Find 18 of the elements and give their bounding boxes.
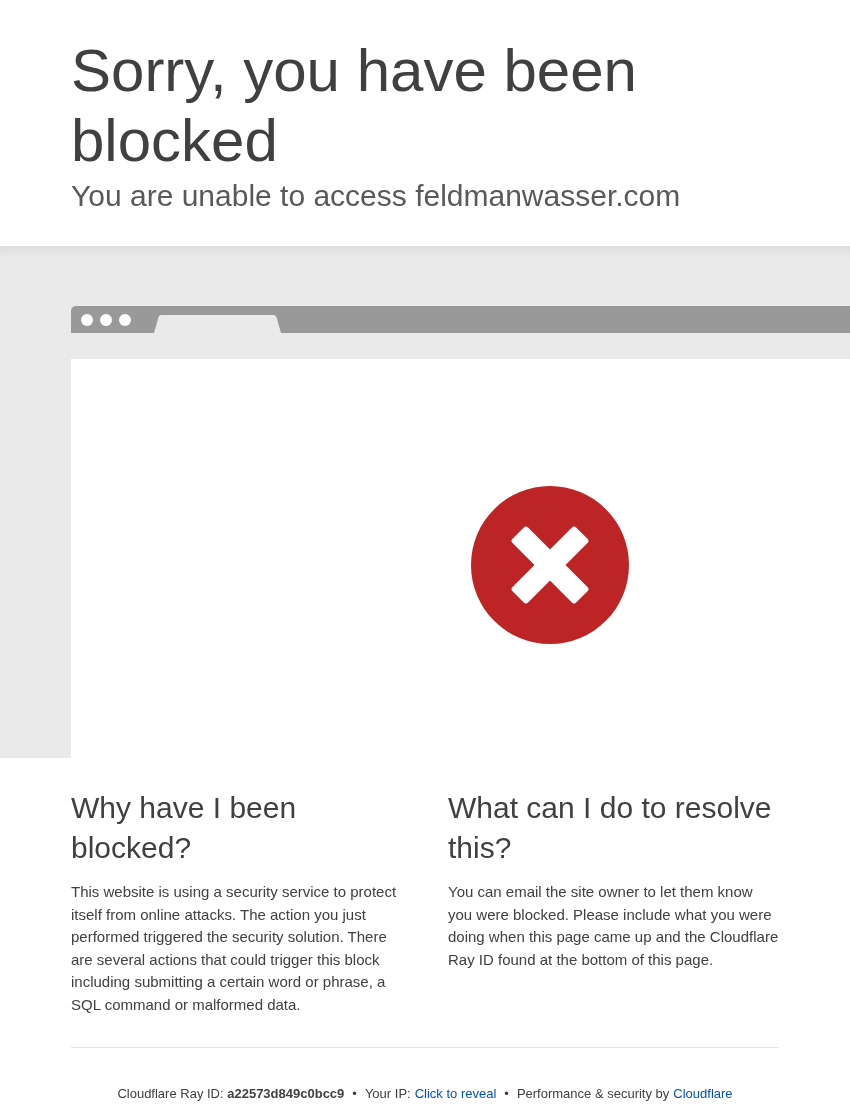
footer-separator: • [351, 1086, 358, 1102]
section-heading: What can I do to resolve this? [448, 790, 773, 866]
section-paragraph: This website is using a security service to protect itself from online attacks. The action you just performed triggered the security solution. There are several actions that could trigger this block including submitting a certain word or phrase, a SQL command or malformed data. [71, 882, 398, 1015]
section-paragraph: You can email the site owner to let them know you were blocked. Please include what you were doing when this page came up and the Cloudflare Ray ID found at the bottom of this page. [448, 882, 779, 970]
error-x-icon [471, 486, 629, 644]
section-heading: Why have I been blocked? [71, 790, 298, 866]
footer-text: Performance & security by [516, 1086, 670, 1102]
footer-text: Your IP: [364, 1086, 411, 1102]
window-dot-icon [81, 314, 93, 326]
window-dot-icon [100, 314, 112, 326]
window-dot-icon [119, 314, 131, 326]
footer-link[interactable]: Click to reveal [414, 1086, 497, 1102]
footer-text: Cloudflare Ray ID: a22573d849c0bcc9 [117, 1086, 345, 1102]
footer-separator: • [503, 1086, 510, 1102]
browser-tab-icon [154, 315, 281, 333]
page-subtitle: You are unable to access feldmanwasser.com [71, 178, 681, 214]
footer-link[interactable]: Cloudflare [673, 1086, 733, 1102]
page-title: Sorry, you have been blocked [71, 36, 638, 176]
